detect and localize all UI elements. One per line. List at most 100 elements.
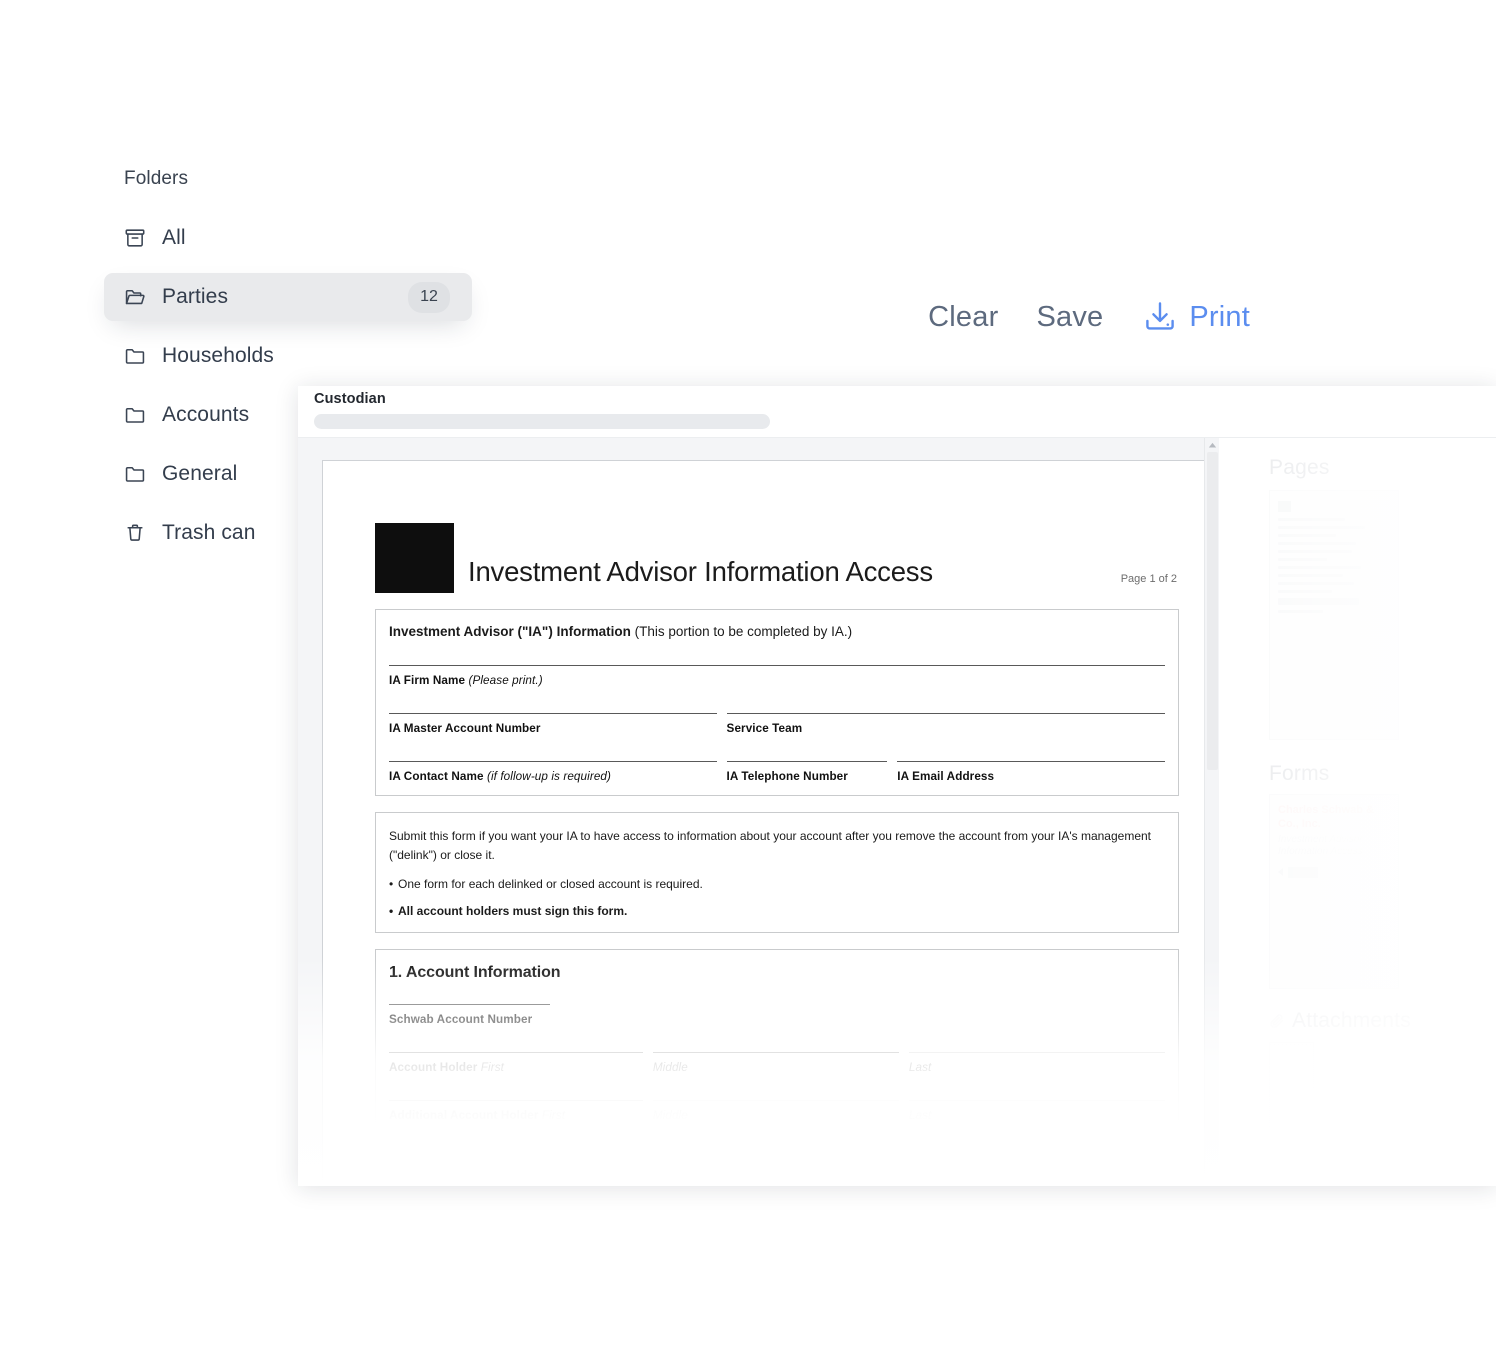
scrollbar-thumb[interactable] xyxy=(1206,452,1218,770)
thumbnail-logo xyxy=(1278,501,1291,512)
form-card[interactable]: Charles Schwab & Co., Inc. Investment Ad… xyxy=(1269,794,1399,989)
clear-button[interactable]: Clear xyxy=(909,302,1017,332)
sidebar-item-households[interactable]: Households xyxy=(104,332,472,380)
trash-icon xyxy=(124,522,146,544)
form-brand-name: Charles Schwab & Co., Inc. xyxy=(1278,804,1374,830)
chevron-left-icon[interactable] xyxy=(1278,868,1283,876)
account-holder-label: Account Holder xyxy=(389,1061,478,1075)
attachment-thumbnail[interactable] xyxy=(1269,1042,1314,1172)
download-icon xyxy=(1142,299,1178,335)
schwab-account-number-label: Schwab Account Number xyxy=(389,1013,533,1027)
additional-holder-last-label: Last xyxy=(908,1157,932,1171)
instructions-section: Submit this form if you want your IA to … xyxy=(375,812,1179,934)
ia-telephone-field[interactable]: IA Telephone Number xyxy=(726,761,898,783)
account-holder-middle-label: Middle xyxy=(652,1061,688,1075)
account-holder-first-label: First xyxy=(480,1061,504,1075)
document-toolbar: Clear Save Print xyxy=(909,299,1250,335)
ia-contact-name-field[interactable]: IA Contact Name (if follow-up is require… xyxy=(389,761,727,783)
sidebar-item-trash-can[interactable]: Trash can xyxy=(104,509,472,557)
form-pager[interactable] xyxy=(1278,866,1390,878)
save-button[interactable]: Save xyxy=(1017,302,1122,332)
attachments-panel-title: Attachments xyxy=(1292,1009,1411,1032)
additional-holder-last-label: Last xyxy=(908,1109,932,1123)
folder-icon xyxy=(124,404,146,426)
sidebar-item-label: Parties xyxy=(162,285,229,308)
sidebar-item-label: Trash can xyxy=(162,521,256,544)
instructions-bullet-text: One form for each delinked or closed acc… xyxy=(398,877,703,892)
viewer-side-panels: Pages Forms Charles Schwab & Co., Inc. I… xyxy=(1219,438,1496,1186)
scroll-up-arrow-icon[interactable] xyxy=(1205,438,1220,452)
additional-holder-first-label: First xyxy=(541,1109,566,1123)
account-holder-middle-field[interactable]: Middle xyxy=(652,1052,909,1075)
additional-holder-label: Additional Account Holder xyxy=(389,1157,539,1171)
viewer-header: Custodian xyxy=(298,386,1496,438)
archive-icon xyxy=(124,227,146,249)
ia-information-section: Investment Advisor ("IA") Information (T… xyxy=(375,609,1179,796)
additional-holder-first-field[interactable]: Additional Account Holder First xyxy=(389,1100,653,1122)
account-section-title: 1. Account Information xyxy=(389,964,561,982)
document-viewer-window: Custodian Investment Advisor Information… xyxy=(298,386,1496,1186)
ia-email-field[interactable]: IA Email Address xyxy=(897,761,1165,783)
account-holder-last-label: Last xyxy=(908,1061,932,1075)
additional-holder-last-field[interactable]: Last xyxy=(908,1148,1165,1171)
document-page: Investment Advisor Information Access Pa… xyxy=(322,460,1232,1186)
paperclip-icon xyxy=(1269,1013,1285,1029)
folders-heading: Folders xyxy=(124,168,189,189)
account-information-section: 1. Account Information Schwab Account Nu… xyxy=(375,949,1179,1186)
additional-holder-label: Additional Account Holder xyxy=(389,1109,539,1123)
account-holder-first-field[interactable]: Account Holder First xyxy=(389,1052,653,1074)
document-scrollbar[interactable] xyxy=(1204,438,1219,1186)
ia-email-label: IA Email Address xyxy=(897,770,995,783)
ia-section-heading: Investment Advisor ("IA") Information (T… xyxy=(389,624,1165,639)
print-label: Print xyxy=(1189,300,1250,333)
custodian-label: Custodian xyxy=(314,391,386,407)
additional-holder-first-field[interactable]: Additional Account Holder First xyxy=(389,1148,653,1170)
ia-section-heading-rest: (This portion to be completed by IA.) xyxy=(630,624,853,639)
sidebar-item-parties[interactable]: Parties 12 xyxy=(104,273,472,321)
sidebar-item-label: All xyxy=(162,226,186,249)
pages-panel-title: Pages xyxy=(1269,456,1330,479)
forms-panel-title: Forms xyxy=(1269,762,1330,785)
sidebar-item-all[interactable]: All xyxy=(104,214,472,262)
ia-master-account-field[interactable]: IA Master Account Number xyxy=(389,713,727,735)
app-root: Folders All Parties 12 Households Accoun… xyxy=(0,0,1496,1360)
account-holder-last-field[interactable]: Last xyxy=(908,1052,1165,1075)
additional-holder-middle-field[interactable]: Middle xyxy=(652,1148,909,1171)
additional-holder-middle-field[interactable]: Middle xyxy=(652,1100,909,1122)
ia-firm-name-label: IA Firm Name xyxy=(389,674,466,687)
schwab-account-number-field[interactable]: Schwab Account Number xyxy=(389,1004,560,1026)
folder-open-icon xyxy=(124,286,146,308)
ia-contact-name-label: IA Contact Name xyxy=(389,770,484,783)
instructions-bullet: • One form for each delinked or closed ac… xyxy=(389,877,703,892)
form-page-indicator xyxy=(1288,866,1318,878)
sidebar-item-label: Accounts xyxy=(162,403,250,426)
instructions-bullet: • All account holders must sign this form… xyxy=(389,903,628,918)
ia-firm-name-field[interactable]: IA Firm Name (Please print.) xyxy=(389,665,1165,687)
instructions-bullet-text: All account holders must sign this form. xyxy=(398,903,628,918)
account-holder-row: Account Holder First Middle Last xyxy=(389,1052,1165,1074)
ia-master-account-row: IA Master Account Number Service Team xyxy=(389,713,1165,735)
ia-section-heading-bold: Investment Advisor ("IA") Information xyxy=(389,624,631,639)
service-team-field[interactable]: Service Team xyxy=(726,713,1165,735)
document-header: Investment Advisor Information Access Pa… xyxy=(375,501,1179,593)
instructions-paragraph: Submit this form if you want your IA to … xyxy=(389,829,1151,862)
page-indicator: Page 1 of 2 xyxy=(1120,573,1177,585)
additional-account-holder-row: Additional Account Holder First Middle L… xyxy=(389,1148,1165,1170)
ia-firm-name-hint: (Please print.) xyxy=(468,674,543,687)
sidebar-item-accounts[interactable]: Accounts xyxy=(104,391,472,439)
sidebar-item-label: General xyxy=(162,462,238,485)
instructions-text: Submit this form if you want your IA to … xyxy=(389,827,1165,920)
ia-firm-name-row: IA Firm Name (Please print.) xyxy=(389,665,1165,687)
additional-holder-middle-label: Middle xyxy=(652,1157,688,1171)
additional-holder-last-field[interactable]: Last xyxy=(908,1100,1165,1123)
form-document-name: Investment Advisor Information Access xyxy=(1278,833,1363,858)
folder-icon xyxy=(124,345,146,367)
additional-holder-first-label: First xyxy=(541,1157,566,1171)
folders-sidebar: Folders All Parties 12 Households Accoun… xyxy=(104,168,472,568)
sidebar-item-general[interactable]: General xyxy=(104,450,472,498)
ia-contact-row: IA Contact Name (if follow-up is require… xyxy=(389,761,1165,783)
page-thumbnail[interactable] xyxy=(1269,490,1399,740)
print-button[interactable]: Print xyxy=(1122,299,1250,335)
sidebar-item-label: Households xyxy=(162,344,274,367)
viewer-body: Investment Advisor Information Access Pa… xyxy=(298,438,1496,1186)
